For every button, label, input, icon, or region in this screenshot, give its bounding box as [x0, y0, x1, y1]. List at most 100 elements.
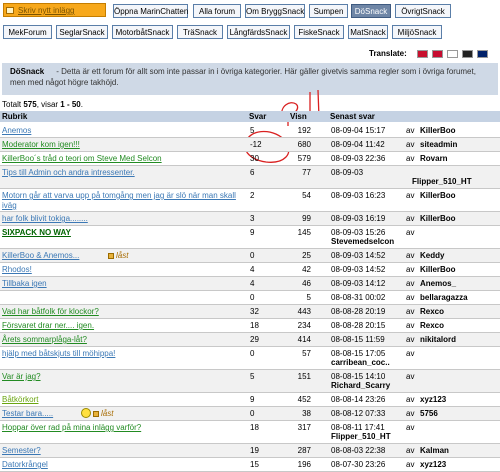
topic-link[interactable]: Testar bara.....	[2, 409, 53, 418]
last-reply-clock: 17:41	[364, 423, 385, 432]
last-reply-user[interactable]: Flipper_510_HT	[412, 177, 472, 186]
nav-tab-1[interactable]: Alla forum	[193, 4, 241, 18]
last-reply-user[interactable]: Stevemedselcon	[331, 237, 394, 246]
last-reply-time: 08-08-28 20:15	[331, 321, 385, 330]
uk-flag[interactable]	[477, 50, 488, 58]
last-reply-time: 08-08-11 17:41	[331, 423, 385, 432]
last-reply-user[interactable]: Anemos_	[420, 279, 456, 288]
last-reply-date: 08-08-14	[331, 395, 364, 404]
last-reply-user[interactable]: Rexco	[420, 321, 444, 330]
topic-link[interactable]: Tips till Admin och andra intressenter.	[2, 168, 135, 177]
last-reply-user[interactable]: Flipper_510_HT	[331, 432, 391, 441]
nav-forum-2[interactable]: MotorbåtSnack	[112, 25, 173, 39]
pencil-icon	[6, 7, 14, 14]
last-reply-time: 08-09-03 16:19	[331, 214, 385, 223]
reply-count: 3	[250, 214, 255, 223]
germany-flag[interactable]	[462, 50, 473, 58]
last-reply-user[interactable]: Keddy	[420, 251, 444, 260]
last-reply-date: 08-08-03	[331, 446, 364, 455]
last-reply-time: 08-07-30 23:26	[331, 460, 385, 469]
by-label: av	[406, 126, 415, 135]
last-reply-time: 08-08-28 20:19	[331, 307, 385, 316]
last-reply-user[interactable]: nikitalord	[420, 335, 456, 344]
nav-tab-0[interactable]: Öppna MarinChatten	[113, 4, 188, 18]
last-reply-date: 08-09-03	[331, 265, 364, 274]
topic-link[interactable]: SIXPACK NO WAY	[2, 228, 71, 237]
by-label: av	[406, 460, 415, 469]
topic-link[interactable]: Motorn går att varva upp på tomgång men …	[2, 191, 242, 211]
table-row: Motorn går att varva upp på tomgång men …	[0, 189, 500, 211]
topic-link[interactable]: Tillbaka igen	[2, 279, 47, 288]
denmark-flag[interactable]	[432, 50, 443, 58]
last-reply-time: 08-09-04 15:17	[331, 126, 385, 135]
col-rubrik[interactable]: Rubrik	[2, 112, 27, 121]
topic-link[interactable]: Semester?	[2, 446, 41, 455]
last-reply-user[interactable]: KillerBoo	[420, 265, 456, 274]
last-reply-user[interactable]: Richard_Scarry	[331, 381, 390, 390]
col-visn[interactable]: Visn	[290, 112, 307, 121]
last-reply-time: 08-09-03 14:52	[331, 251, 385, 260]
last-reply-user[interactable]: Rovarn	[420, 154, 448, 163]
by-label: av	[406, 251, 415, 260]
nav-tab-2[interactable]: Om BryggSnack	[245, 4, 305, 18]
view-count: 317	[297, 423, 311, 432]
topic-link[interactable]: Moderator kom igen!!!	[2, 140, 80, 149]
reply-count: 6	[250, 168, 255, 177]
new-post-button[interactable]: Skriv nytt inlägg	[3, 3, 106, 17]
topic-link[interactable]: Vad har båtfolk för klockor?	[2, 307, 99, 316]
col-senast[interactable]: Senast svar	[330, 112, 375, 121]
topic-link[interactable]: Försvaret drar ner.... igen.	[2, 321, 94, 330]
last-reply-user[interactable]: Kalman	[420, 446, 449, 455]
nav-forum-4[interactable]: LångfärdsSnack	[227, 25, 290, 39]
last-reply-clock: 23:26	[365, 395, 386, 404]
last-reply-user[interactable]: xyz123	[420, 460, 446, 469]
norway-flag[interactable]	[417, 50, 428, 58]
topic-link[interactable]: hjälp med båtskjuts till möhippa!	[2, 349, 115, 358]
last-reply-clock: 15:17	[365, 126, 386, 135]
table-row: Vad har båtfolk för klockor? 32 443 08-08-2…	[0, 305, 500, 318]
topic-count: Totalt 575, visar 1 - 50.	[2, 100, 83, 109]
topic-link[interactable]: har folk blivit tokiga........	[2, 214, 88, 223]
topic-link[interactable]: Båtkörkort	[2, 395, 38, 404]
nav-forum-6[interactable]: MatSnack	[348, 25, 388, 39]
reply-count: 19	[250, 446, 259, 455]
nav-forum-1[interactable]: SeglarSnack	[56, 25, 108, 39]
view-count: 38	[302, 409, 311, 418]
last-reply-user[interactable]: KillerBoo	[420, 214, 456, 223]
last-reply-user[interactable]: siteadmin	[420, 140, 457, 149]
last-reply-time: 08-08-14 23:26	[331, 395, 385, 404]
topic-link[interactable]: Hoppar över rad på mina inlägg varför?	[2, 423, 141, 432]
topic-link[interactable]: KillerBoo & Anemos...	[2, 251, 79, 260]
nav-forum-7[interactable]: MiljöSnack	[392, 25, 442, 39]
nav-tab-4[interactable]: DöSnack	[351, 4, 391, 18]
last-reply-user[interactable]: bellaragazza	[420, 293, 468, 302]
nav-tab-5[interactable]: ÖvrigtSnack	[395, 4, 451, 18]
last-reply-user[interactable]: Rexco	[420, 307, 444, 316]
last-reply-user[interactable]: KillerBoo	[420, 191, 456, 200]
topic-link[interactable]: Årets sommarplåga-låt?	[2, 335, 87, 344]
topic-link[interactable]: Var är jag?	[2, 372, 41, 381]
finland-flag[interactable]	[447, 50, 458, 58]
last-reply-user[interactable]: 5756	[420, 409, 438, 418]
topic-link[interactable]: KillerBoo´s tråd o teori om Steve Med Se…	[2, 154, 162, 163]
view-count: 680	[297, 140, 311, 149]
nav-forum-5[interactable]: FiskeSnack	[294, 25, 344, 39]
topic-link[interactable]: Rhodos!	[2, 265, 32, 274]
by-label: av	[406, 307, 415, 316]
nav-forum-3[interactable]: TräSnack	[177, 25, 223, 39]
view-count: 99	[302, 214, 311, 223]
topic-link[interactable]: Anemos	[2, 126, 31, 135]
nav-forum-0[interactable]: MekForum	[3, 25, 52, 39]
last-reply-clock: 16:23	[365, 191, 386, 200]
last-reply-user[interactable]: xyz123	[420, 395, 446, 404]
last-reply-date: 08-08-31	[331, 293, 364, 302]
topic-link[interactable]: Datorkrångel	[2, 460, 48, 469]
col-svar[interactable]: Svar	[249, 112, 266, 121]
view-count: 151	[297, 372, 311, 381]
last-reply-time: 08-09-03	[331, 168, 363, 177]
lock-icon	[93, 410, 99, 417]
last-reply-user[interactable]: KillerBoo	[420, 126, 456, 135]
last-reply-date: 08-09-03	[331, 154, 364, 163]
last-reply-user[interactable]: carribean_coc..	[331, 358, 390, 367]
nav-tab-3[interactable]: Sumpen	[309, 4, 348, 18]
